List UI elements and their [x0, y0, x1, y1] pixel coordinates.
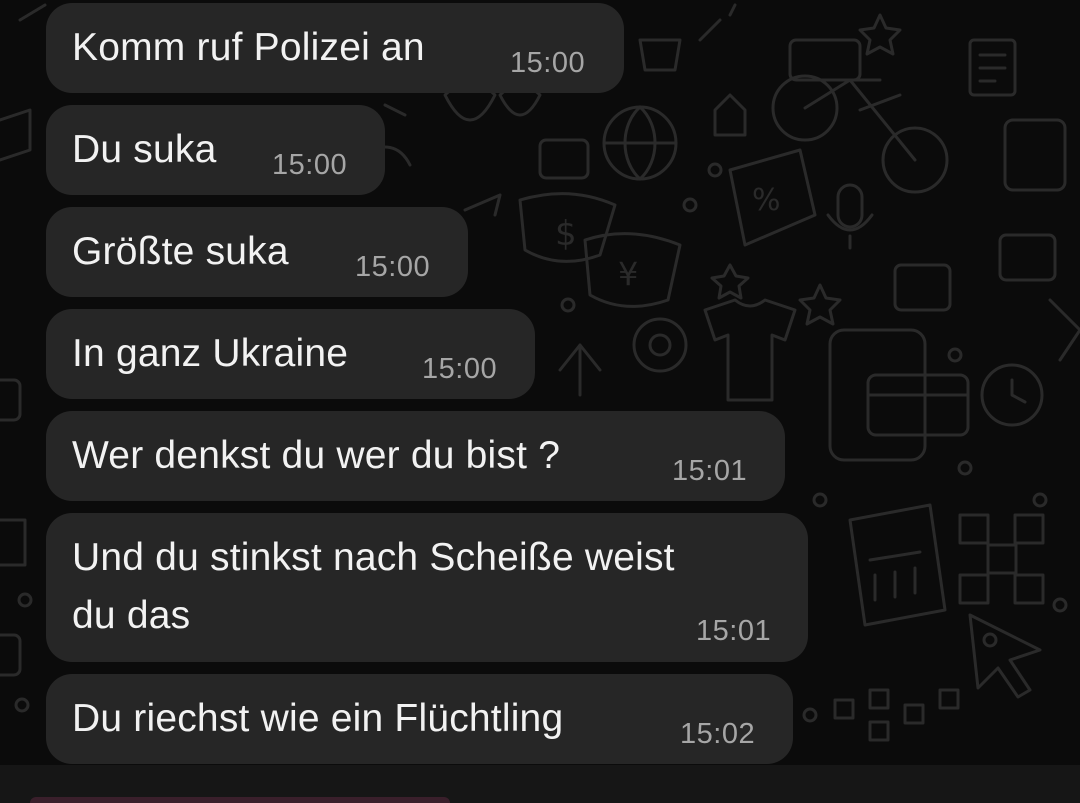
message-bubble[interactable]: Du riechst wie ein Flüchtling 15:02 — [46, 674, 793, 764]
message-bubble[interactable]: Komm ruf Polizei an 15:00 — [46, 3, 624, 93]
svg-text:$: $ — [555, 214, 577, 254]
message-bubble[interactable]: Wer denkst du wer du bist ? 15:01 — [46, 411, 785, 501]
message-timestamp: 15:01 — [672, 455, 748, 487]
message-bubble[interactable]: Du suka 15:00 — [46, 105, 385, 195]
gear-doodle-icon — [632, 317, 688, 373]
message-text: Größte suka — [72, 230, 289, 273]
discount-tag-doodle-icon: % — [728, 148, 817, 247]
message-timestamp: 15:02 — [680, 718, 756, 750]
message-text: Wer denkst du wer du bist ? — [72, 434, 561, 477]
svg-text:¥: ¥ — [618, 255, 638, 293]
message-timestamp: 15:00 — [355, 251, 431, 283]
message-text: Komm ruf Polizei an — [72, 26, 425, 69]
money-bag-doodle-icon: $ — [518, 192, 617, 263]
message-text: Du suka — [72, 128, 217, 171]
phone-card-doodle-icon — [828, 328, 970, 462]
svg-text:%: % — [752, 183, 781, 218]
chat-view: $ ¥ % Komm ruf Polizei an 15:00 Du suka … — [0, 0, 1080, 803]
blocks-doodle-icon — [958, 513, 1045, 605]
bicycle-doodle-icon — [771, 38, 949, 194]
yen-bag-doodle-icon: ¥ — [583, 232, 682, 308]
cursor-doodle-icon — [968, 613, 1042, 699]
left-edge-doodle-icon — [0, 378, 22, 422]
small-blocks-doodle-icon — [833, 688, 960, 742]
message-bubble[interactable]: In ganz Ukraine 15:00 — [46, 309, 535, 399]
message-text-line-1: Und du stinkst nach Scheiße weist — [72, 536, 675, 579]
message-text-line-2: du das — [72, 594, 191, 637]
message-bubble[interactable]: Größte suka 15:00 — [46, 207, 468, 297]
tshirt-doodle-icon — [703, 298, 797, 402]
briefcase-doodle-icon — [538, 138, 590, 180]
bank-document-doodle-icon — [848, 503, 947, 627]
message-text: In ganz Ukraine — [72, 332, 349, 375]
microphone-doodle-icon — [826, 183, 874, 250]
globe-doodle-icon — [602, 105, 678, 181]
message-bubble[interactable]: Und du stinkst nach Scheiße weist du das… — [46, 513, 808, 662]
message-timestamp: 15:00 — [422, 353, 498, 385]
message-text: Du riechst wie ein Flüchtling — [72, 697, 564, 740]
message-timestamp: 15:00 — [272, 149, 348, 181]
bottom-accent — [30, 797, 450, 803]
message-timestamp: 15:00 — [510, 47, 586, 79]
clock-doodle-icon — [980, 363, 1044, 427]
message-timestamp: 15:01 — [696, 615, 772, 647]
gift-doodle-icon — [893, 263, 952, 312]
star-doodle-icon — [798, 283, 842, 326]
